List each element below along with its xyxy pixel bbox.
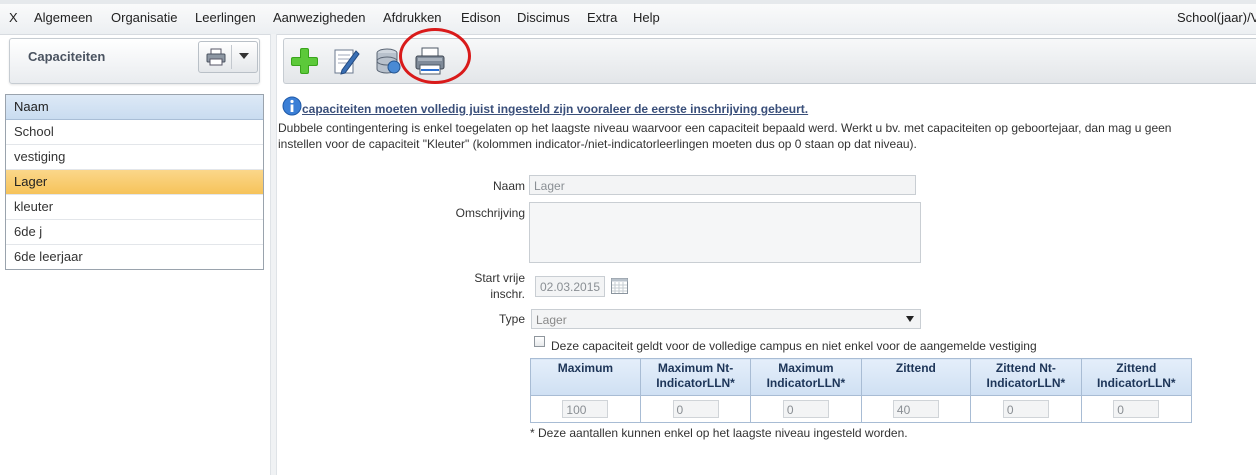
- list-item[interactable]: School: [6, 120, 263, 145]
- menu-afdrukken[interactable]: Afdrukken: [383, 10, 442, 25]
- info-icon: [282, 96, 302, 119]
- cell-maximum-indicator: 0: [750, 395, 862, 423]
- cell-maximum: 100: [530, 395, 641, 423]
- omschrijving-textarea[interactable]: [529, 202, 921, 263]
- menu-help[interactable]: Help: [633, 10, 660, 25]
- calendar-icon[interactable]: [611, 278, 628, 297]
- list-item[interactable]: vestiging: [6, 145, 263, 170]
- info-line-1: Dubbele contingentering is enkel toegela…: [278, 121, 1172, 135]
- menu-close[interactable]: X: [9, 10, 18, 25]
- menubar: X Algemeen Organisatie Leerlingen Aanwez…: [0, 0, 1256, 35]
- school-year-selector[interactable]: School(jaar)/V: [1177, 10, 1256, 25]
- left-panel-title: Capaciteiten: [28, 49, 106, 64]
- cell-maximum-nt-indicator: 0: [639, 395, 752, 423]
- type-label: Type: [498, 312, 525, 326]
- col-header-maximum: Maximum: [530, 358, 641, 396]
- campus-checkbox[interactable]: [534, 336, 545, 347]
- zittend-indicator-input[interactable]: 0: [1113, 400, 1160, 418]
- type-select-value: Lager: [536, 313, 567, 327]
- edit-button[interactable]: [330, 45, 362, 77]
- list-item[interactable]: 6de leerjaar: [6, 245, 263, 269]
- info-text: Dubbele contingentering is enkel toegela…: [278, 120, 1256, 154]
- chevron-down-icon: [906, 316, 914, 322]
- start-label-line-1: Start vrije: [474, 271, 525, 285]
- capacity-table: Maximum Maximum Nt- IndicatorLLN* Maximum…: [530, 358, 1193, 423]
- print-dropdown-button[interactable]: [198, 41, 258, 73]
- menu-aanwezigheden[interactable]: Aanwezigheden: [273, 10, 366, 25]
- add-button[interactable]: [288, 45, 320, 77]
- list-item-selected[interactable]: Lager: [6, 170, 263, 195]
- naam-label: Naam: [492, 179, 525, 193]
- menu-algemeen[interactable]: Algemeen: [34, 10, 93, 25]
- start-date-input[interactable]: 02.03.2015: [535, 276, 605, 297]
- footnote: * Deze aantallen kunnen enkel op het laa…: [530, 426, 908, 440]
- info-title-link[interactable]: capaciteiten moeten volledig juist inges…: [302, 102, 808, 116]
- menubar-top-strip: [0, 0, 1256, 4]
- edit-icon: [334, 49, 360, 75]
- menu-extra[interactable]: Extra: [587, 10, 617, 25]
- omschrijving-label: Omschrijving: [455, 206, 525, 220]
- col-header-zittend-nt-indicator: Zittend Nt- IndicatorLLN*: [970, 358, 1082, 396]
- highlight-circle: [399, 28, 471, 84]
- maximum-indicator-input[interactable]: 0: [782, 400, 829, 418]
- zittend-input[interactable]: 40: [892, 400, 939, 418]
- printer-icon: [206, 48, 226, 69]
- zittend-nt-indicator-input[interactable]: 0: [1002, 400, 1049, 418]
- table-header-row: Maximum Maximum Nt- IndicatorLLN* Maximum…: [530, 358, 1193, 396]
- cell-zittend-nt-indicator: 0: [970, 395, 1082, 423]
- menu-discimus[interactable]: Discimus: [517, 10, 570, 25]
- left-panel-header: Capaciteiten: [9, 38, 260, 84]
- chevron-down-icon[interactable]: [239, 53, 249, 59]
- col-header-zittend: Zittend: [860, 358, 972, 396]
- naam-field[interactable]: Lager: [529, 175, 916, 195]
- capacity-list: Naam School vestiging Lager kleuter 6de …: [5, 94, 264, 270]
- dropdown-separator: [231, 45, 232, 69]
- maximum-input[interactable]: 100: [562, 400, 609, 418]
- maximum-nt-indicator-input[interactable]: 0: [672, 400, 719, 418]
- start-label-line-2: inschr.: [490, 287, 525, 301]
- type-select[interactable]: Lager: [531, 309, 921, 329]
- list-item[interactable]: 6de j: [6, 220, 263, 245]
- col-header-maximum-indicator: Maximum IndicatorLLN*: [750, 358, 862, 396]
- panel-splitter[interactable]: [270, 34, 277, 475]
- menu-edison[interactable]: Edison: [461, 10, 501, 25]
- list-column-header[interactable]: Naam: [6, 95, 263, 120]
- list-item[interactable]: kleuter: [6, 195, 263, 220]
- col-header-maximum-nt-indicator: Maximum Nt- IndicatorLLN*: [639, 358, 752, 396]
- col-header-zittend-indicator: Zittend IndicatorLLN*: [1080, 358, 1193, 396]
- add-icon: [291, 48, 318, 74]
- cell-zittend-indicator: 0: [1080, 395, 1193, 423]
- campus-checkbox-label: Deze capaciteit geldt voor de volledige …: [551, 339, 1037, 353]
- cell-zittend: 40: [860, 395, 972, 423]
- info-line-2: instellen voor de capaciteit "Kleuter" (…: [278, 137, 917, 151]
- menu-organisatie[interactable]: Organisatie: [111, 10, 177, 25]
- menu-leerlingen[interactable]: Leerlingen: [195, 10, 256, 25]
- table-row: 100 0 0 40 0 0: [530, 395, 1193, 423]
